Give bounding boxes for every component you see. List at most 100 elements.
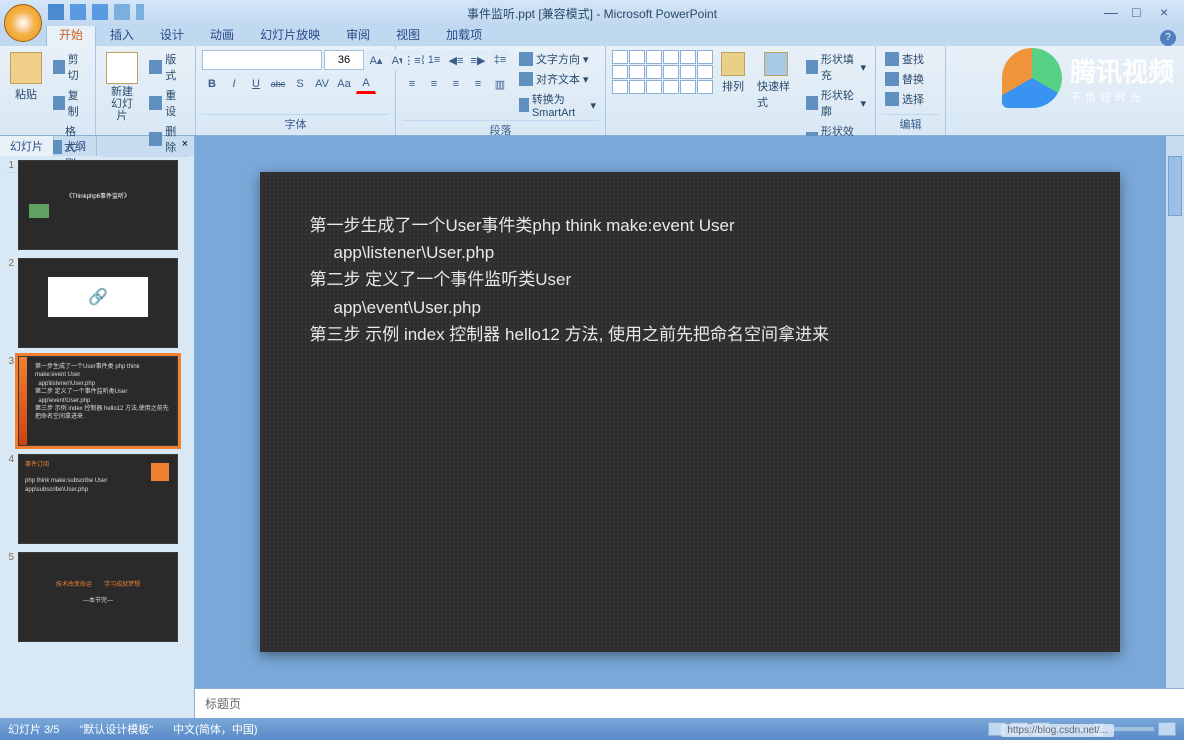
tab-view[interactable]: 视图: [384, 23, 432, 46]
shape-x5[interactable]: [680, 80, 696, 94]
font-family-combo[interactable]: [202, 50, 322, 70]
slide-text: 第一步生成了一个User事件类php think make:event User: [310, 212, 1070, 239]
slide-canvas[interactable]: 第一步生成了一个User事件类php think make:event User…: [195, 136, 1184, 688]
underline-button[interactable]: U: [246, 74, 266, 94]
font-color-button[interactable]: A: [356, 74, 376, 94]
fit-window-button[interactable]: [1158, 722, 1176, 736]
thumbnail-2[interactable]: [18, 258, 178, 348]
save-icon[interactable]: [48, 4, 64, 20]
text-direction-button[interactable]: 文字方向 ▾: [516, 50, 599, 68]
copy-button[interactable]: 复制: [50, 86, 89, 120]
font-size-combo[interactable]: [324, 50, 364, 70]
shape-rect[interactable]: [629, 50, 645, 64]
shape-text[interactable]: [680, 50, 696, 64]
tab-design[interactable]: 设计: [148, 23, 196, 46]
close-button[interactable]: ×: [1160, 4, 1176, 16]
shape-x4[interactable]: [663, 80, 679, 94]
thumbnail-4[interactable]: 事件订阅 php think make:subscribe Userapp\su…: [18, 454, 178, 544]
language-status[interactable]: 中文(简体，中国): [173, 721, 257, 737]
scrollbar-thumb[interactable]: [1168, 156, 1182, 216]
shape-dia[interactable]: [629, 65, 645, 79]
smartart-icon: [519, 98, 529, 112]
change-case-button[interactable]: Aa: [334, 74, 354, 94]
thumbnail-1[interactable]: 《Thinkphp6事件监听》: [18, 160, 178, 250]
thumb-image: [48, 277, 148, 317]
shape-line[interactable]: [612, 50, 628, 64]
shape-x1[interactable]: [612, 80, 628, 94]
shape-callout[interactable]: [663, 65, 679, 79]
grow-font-button[interactable]: A▴: [366, 50, 386, 70]
bullets-button[interactable]: ⋮≡: [402, 50, 422, 70]
select-button[interactable]: 选择: [882, 90, 927, 108]
shape-star[interactable]: [646, 65, 662, 79]
minimize-button[interactable]: —: [1104, 4, 1120, 16]
thumb-number: 4: [4, 454, 14, 544]
window-controls: — □ ×: [1104, 4, 1176, 16]
line-spacing-button[interactable]: ‡≡: [490, 50, 510, 70]
help-button[interactable]: ?: [1160, 30, 1176, 46]
vertical-scrollbar[interactable]: [1166, 136, 1184, 688]
shapes-gallery[interactable]: [612, 50, 713, 94]
outline-icon: [806, 96, 818, 110]
tab-insert[interactable]: 插入: [98, 23, 146, 46]
shape-x3[interactable]: [646, 80, 662, 94]
bold-button[interactable]: B: [202, 74, 222, 94]
columns-button[interactable]: ▥: [490, 74, 510, 94]
decrease-indent-button[interactable]: ◀≡: [446, 50, 466, 70]
find-button[interactable]: 查找: [882, 50, 927, 68]
office-button[interactable]: [4, 4, 42, 42]
shape-x2[interactable]: [629, 80, 645, 94]
arrange-button[interactable]: 排列: [717, 50, 749, 96]
undo-icon[interactable]: [70, 4, 86, 20]
layout-button[interactable]: 版式: [146, 50, 189, 84]
tab-animation[interactable]: 动画: [198, 23, 246, 46]
current-slide[interactable]: 第一步生成了一个User事件类php think make:event User…: [260, 172, 1120, 652]
shadow-button[interactable]: S: [290, 74, 310, 94]
thumbnail-5[interactable]: 技术改变命运 学习成就梦想 —本节完—: [18, 552, 178, 642]
replace-button[interactable]: 替换: [882, 70, 927, 88]
ribbon-tabs: 开始 插入 设计 动画 幻灯片放映 审阅 视图 加载项 ?: [0, 26, 1184, 46]
align-left-button[interactable]: ≡: [402, 74, 422, 94]
justify-button[interactable]: ≡: [468, 74, 488, 94]
strikethrough-button[interactable]: abc: [268, 74, 288, 94]
shape-arrow[interactable]: [663, 50, 679, 64]
reset-button[interactable]: 重设: [146, 86, 189, 120]
shape-fill-button[interactable]: 形状填充 ▾: [803, 50, 869, 84]
char-spacing-button[interactable]: AV: [312, 74, 332, 94]
tab-addins[interactable]: 加载项: [434, 23, 494, 46]
print-icon[interactable]: [114, 4, 130, 20]
align-center-button[interactable]: ≡: [424, 74, 444, 94]
watermark-subtitle: 不负好时光: [1070, 89, 1174, 105]
shape-free[interactable]: [697, 65, 713, 79]
italic-button[interactable]: I: [224, 74, 244, 94]
align-right-button[interactable]: ≡: [446, 74, 466, 94]
tab-review[interactable]: 审阅: [334, 23, 382, 46]
thumbnail-3[interactable]: 第一步生成了一个User事件类 php think make:event Use…: [18, 356, 178, 446]
redo-icon[interactable]: [92, 4, 108, 20]
maximize-button[interactable]: □: [1132, 4, 1148, 16]
statusbar: 幻灯片 3/5 "默认设计模板" 中文(简体，中国) https://blog.…: [0, 718, 1184, 740]
new-slide-button[interactable]: 新建 幻灯片: [102, 50, 142, 124]
scissors-icon: [53, 60, 65, 74]
shape-curve[interactable]: [680, 65, 696, 79]
delete-button[interactable]: 删除: [146, 122, 189, 156]
increase-indent-button[interactable]: ≡▶: [468, 50, 488, 70]
smartart-button[interactable]: 转换为 SmartArt ▾: [516, 90, 599, 120]
shape-more[interactable]: [697, 50, 713, 64]
thumb-number: 5: [4, 552, 14, 642]
shape-outline-button[interactable]: 形状轮廓 ▾: [803, 86, 869, 120]
quickstyles-icon: [764, 52, 788, 76]
shape-tri[interactable]: [612, 65, 628, 79]
notes-pane[interactable]: 标题页: [195, 688, 1184, 718]
slide-text: app\listener\User.php: [310, 239, 1070, 266]
new-slide-icon: [106, 52, 138, 84]
numbering-button[interactable]: 1≡: [424, 50, 444, 70]
cut-button[interactable]: 剪切: [50, 50, 89, 84]
align-text-button[interactable]: 对齐文本 ▾: [516, 70, 599, 88]
shape-expand[interactable]: [697, 80, 713, 94]
quickstyles-button[interactable]: 快速样式: [753, 50, 799, 112]
shape-oval[interactable]: [646, 50, 662, 64]
tab-slideshow[interactable]: 幻灯片放映: [248, 23, 332, 46]
qat-more-icon[interactable]: [136, 4, 144, 20]
paste-button[interactable]: 粘贴: [6, 50, 46, 104]
